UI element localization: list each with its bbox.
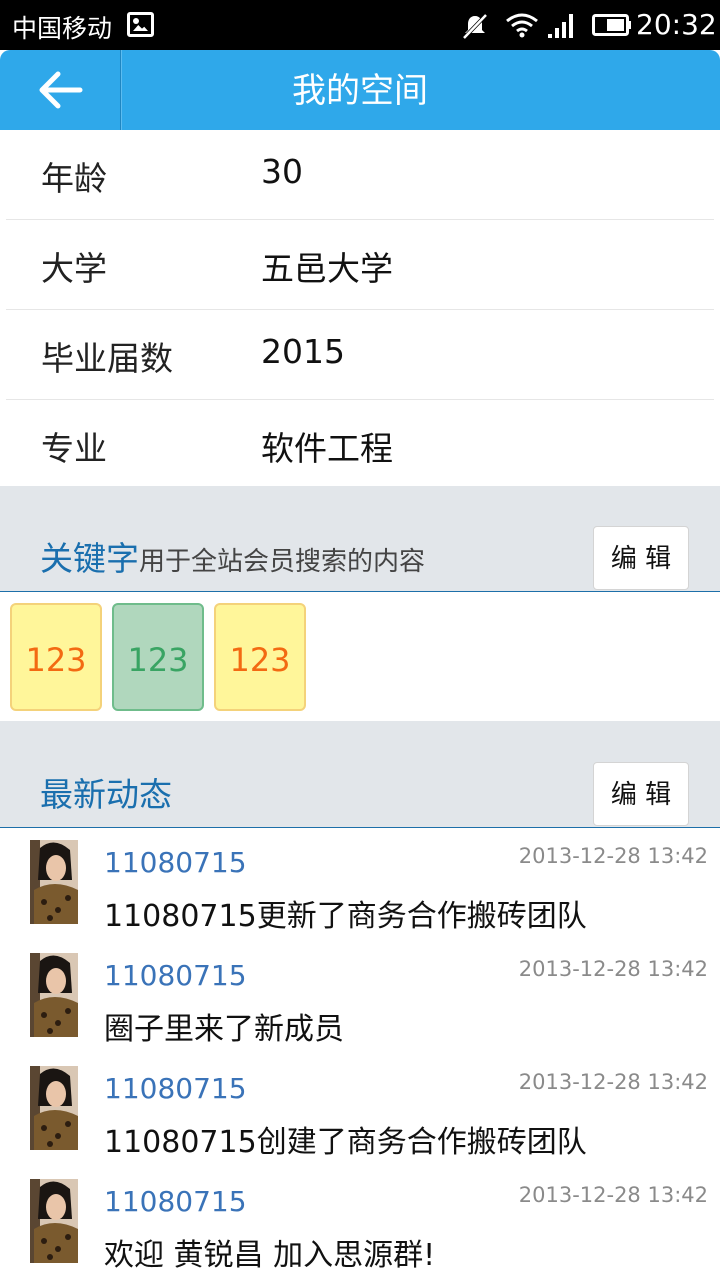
signal-icon — [548, 14, 573, 38]
profile-row-university: 大学 五邑大学 — [6, 220, 714, 310]
feed-text: 11080715创建了商务合作搬砖团队 — [104, 1125, 587, 1160]
status-bar: 中国移动 20:32 — [0, 0, 720, 50]
feed-item[interactable]: 11080715 2013-12-28 13:42 欢迎 黄锐昌 加入思源群! — [0, 1179, 720, 1280]
keywords-subtitle: 用于全站会员搜索的内容 — [139, 547, 426, 577]
profile-value: 五邑大学 — [261, 249, 393, 288]
feed-timestamp: 2013-12-28 13:42 — [518, 957, 708, 981]
profile-row-age: 年龄 30 — [6, 130, 714, 220]
feed-text: 欢迎 黄锐昌 加入思源群! — [104, 1238, 436, 1273]
battery-icon — [592, 14, 631, 36]
keywords-section-header: 关键字用于全站会员搜索的内容 编 辑 — [0, 486, 720, 592]
feed-timestamp: 2013-12-28 13:42 — [518, 1183, 708, 1207]
avatar[interactable] — [30, 1179, 78, 1263]
title-divider — [120, 50, 122, 130]
keyword-tag[interactable]: 123 — [112, 603, 204, 711]
feed-text: 11080715更新了商务合作搬砖团队 — [104, 899, 587, 934]
profile-value: 30 — [261, 152, 303, 191]
wifi-icon — [506, 13, 538, 38]
feed-text: 圈子里来了新成员 — [104, 1012, 344, 1047]
arrow-left-icon — [39, 71, 83, 109]
back-button[interactable] — [0, 50, 120, 130]
avatar[interactable] — [30, 840, 78, 924]
feed-item[interactable]: 11080715 2013-12-28 13:42 11080715创建了商务合… — [0, 1066, 720, 1179]
profile-label: 毕业届数 — [41, 339, 173, 378]
title-bar: 我的空间 — [0, 50, 720, 130]
feed-username[interactable]: 11080715 — [104, 959, 247, 992]
feed-timestamp: 2013-12-28 13:42 — [518, 844, 708, 868]
profile-row-major: 专业 软件工程 — [6, 400, 714, 490]
feed-timestamp: 2013-12-28 13:42 — [518, 1070, 708, 1094]
profile-label: 大学 — [41, 249, 107, 288]
carrier-name: 中国移动 — [12, 14, 113, 43]
mute-icon — [462, 13, 488, 40]
keywords-title: 关键字用于全站会员搜索的内容 — [40, 532, 425, 580]
profile-value: 2015 — [261, 332, 345, 371]
image-notification-icon — [127, 12, 154, 37]
feed-username[interactable]: 11080715 — [104, 1185, 247, 1218]
edit-keywords-button[interactable]: 编 辑 — [593, 526, 689, 590]
keyword-tag[interactable]: 123 — [10, 603, 102, 711]
edit-feed-button[interactable]: 编 辑 — [593, 762, 689, 826]
avatar[interactable] — [30, 1066, 78, 1150]
profile-value: 软件工程 — [261, 429, 393, 468]
feed-title: 最新动态 — [40, 775, 172, 814]
feed-username[interactable]: 11080715 — [104, 846, 247, 879]
avatar[interactable] — [30, 953, 78, 1037]
keyword-tag[interactable]: 123 — [214, 603, 306, 711]
feed-username[interactable]: 11080715 — [104, 1072, 247, 1105]
feed-section-header: 最新动态 编 辑 — [0, 721, 720, 828]
clock: 20:32 — [636, 8, 717, 41]
profile-label: 专业 — [41, 429, 107, 468]
profile-row-graduation: 毕业届数 2015 — [6, 310, 714, 400]
profile-label: 年龄 — [41, 159, 107, 198]
feed-item[interactable]: 11080715 2013-12-28 13:42 圈子里来了新成员 — [0, 953, 720, 1066]
feed-item[interactable]: 11080715 2013-12-28 13:42 11080715更新了商务合… — [0, 840, 720, 953]
keywords-title-text: 关键字 — [40, 539, 139, 578]
